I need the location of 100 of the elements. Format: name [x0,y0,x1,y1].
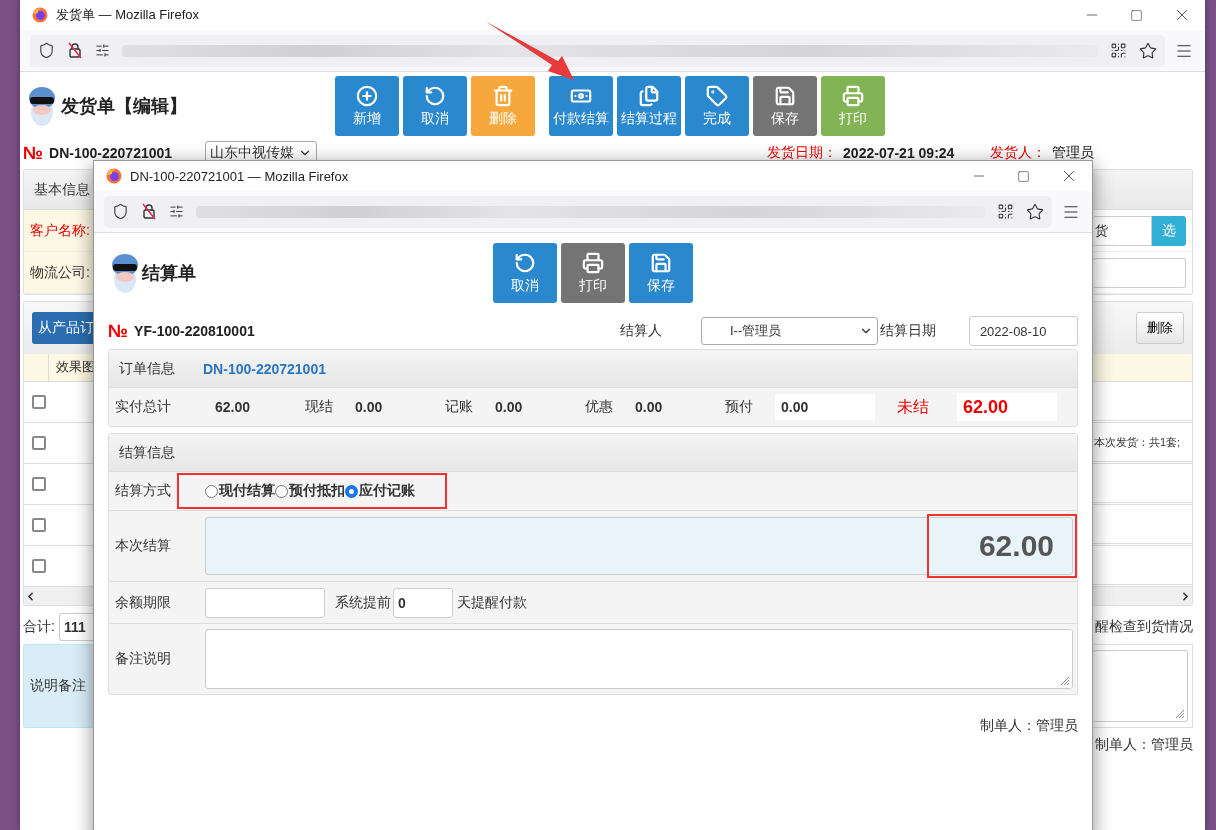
shipper-label: 发货人： [990,144,1047,162]
radio-icon[interactable] [205,484,218,498]
toolbar-button[interactable]: 取消 [493,243,557,303]
total-label: 合计: [23,618,55,636]
number-sign: № [108,320,129,342]
page-title: 发货单【编辑】 [61,95,187,118]
remarks-field[interactable] [1093,650,1188,722]
remarks-label: 说明备注 [23,644,96,728]
settler-label: 结算人 [619,322,663,340]
total-label: 记账 [445,398,474,416]
sliders-icon[interactable] [95,43,110,58]
maximize-icon[interactable] [1130,8,1143,22]
term-field[interactable] [205,587,325,618]
method-radio[interactable]: 应付记账 [345,482,415,500]
firefox-icon [32,7,48,23]
remind-before-text: 系统提前 [335,593,391,612]
date-field[interactable]: 2022-08-10 [968,316,1078,346]
reminder-text: 醒检查到货情况 [1095,618,1193,636]
total-label: 预付 [725,398,754,416]
remarks-label: 备注说明 [115,650,172,668]
qr-code-icon[interactable] [1110,42,1127,59]
field-label: 客户名称: [30,221,90,240]
toolbar-button[interactable]: 付款结算 [549,76,613,136]
total-label: 优惠 [585,398,614,416]
settlement-number: YF-100-220810001 [134,323,256,339]
undo-icon [514,251,536,274]
remind-days-field[interactable]: 0 [393,587,453,618]
term-label: 余额期限 [115,593,172,612]
panel-title: 结算信息 [119,443,175,462]
star-icon[interactable] [1026,202,1044,221]
order-link[interactable]: DN-100-220721001 [203,360,326,377]
method-radio[interactable]: 预付抵扣 [275,482,345,500]
settler-select[interactable]: I--管理员 [700,317,878,345]
plus-circle-icon [356,84,378,107]
number-sign: № [23,142,44,164]
panel-title: 订单信息 [119,359,175,378]
total-value: 0.00 [635,399,664,415]
row-checkbox[interactable] [32,559,46,573]
horizontal-scrollbar[interactable] [1093,587,1192,605]
total-label: 现结 [305,398,334,416]
remarks-field[interactable] [205,629,1073,689]
row-checkbox[interactable] [32,436,46,450]
printer-icon [842,84,864,107]
amount-field[interactable]: 62.00 [205,517,1073,575]
window-title: DN-100-220721001 — Mozilla Firefox [130,168,350,184]
toolbar-button[interactable]: 取消 [403,76,467,136]
toolbar-button[interactable]: 保存 [753,76,817,136]
customer-field[interactable]: 货 [1093,215,1152,246]
ship-date: 2022-07-21 09:24 [843,145,955,161]
row-checkbox[interactable] [32,518,46,532]
window-title: 发货单 — Mozilla Firefox [56,6,201,24]
toolbar-button[interactable]: 打印 [561,243,625,303]
remind-after-text: 天提醒付款 [457,593,527,612]
delete-button[interactable]: 删除 [1136,312,1184,344]
lock-slash-icon[interactable] [141,203,157,220]
maximize-icon[interactable] [1017,169,1030,183]
total-value: 62.00 [215,399,252,415]
horizontal-scrollbar[interactable] [24,587,96,605]
logistics-field[interactable] [1093,257,1186,288]
resize-grip-icon [1175,709,1185,719]
undo-icon [424,84,446,107]
prepaid-field[interactable]: 0.00 [775,394,875,420]
row-checkbox[interactable] [32,395,46,409]
shield-icon[interactable] [112,203,129,220]
total-value: 0.00 [495,399,524,415]
creator-text: 制单人：管理员 [979,716,1078,735]
files-icon [638,84,660,107]
radio-icon[interactable] [345,484,358,498]
total-label: 未结 [897,396,930,417]
qr-code-icon[interactable] [997,203,1014,220]
date-label: 结算日期 [879,322,937,340]
trash-icon [492,84,514,107]
method-radio[interactable]: 现付结算 [205,482,275,500]
sliders-icon[interactable] [169,204,184,219]
lock-slash-icon[interactable] [67,42,83,59]
printer-icon [582,251,604,274]
total-value: 0.00 [355,399,384,415]
resize-grip-icon [1060,676,1070,686]
toolbar-button[interactable]: 保存 [629,243,693,303]
total-label: 实付总计 [115,398,172,416]
page-title: 结算单 [142,262,196,285]
due-amount: 62.00 [957,393,1057,421]
row-note: 本次发货：共1套; [1094,434,1181,450]
star-icon[interactable] [1139,41,1157,60]
order-number: DN-100-220721001 [49,145,174,161]
row-checkbox[interactable] [32,477,46,491]
radio-icon[interactable] [275,484,288,498]
toolbar-button[interactable]: 完成 [685,76,749,136]
save-icon [774,84,796,107]
shield-icon[interactable] [38,42,55,59]
creator-text: 制单人：管理员 [1094,735,1193,754]
tag-icon [706,84,728,107]
amount-label: 本次结算 [115,537,172,555]
shipper-name: 管理员 [1052,144,1095,162]
toolbar-button[interactable]: 新增 [335,76,399,136]
save-icon [650,251,672,274]
method-label: 结算方式 [115,482,172,500]
toolbar-button[interactable]: 结算过程 [617,76,681,136]
panel-title: 基本信息 [34,180,90,199]
ship-date-label: 发货日期： [767,144,838,162]
